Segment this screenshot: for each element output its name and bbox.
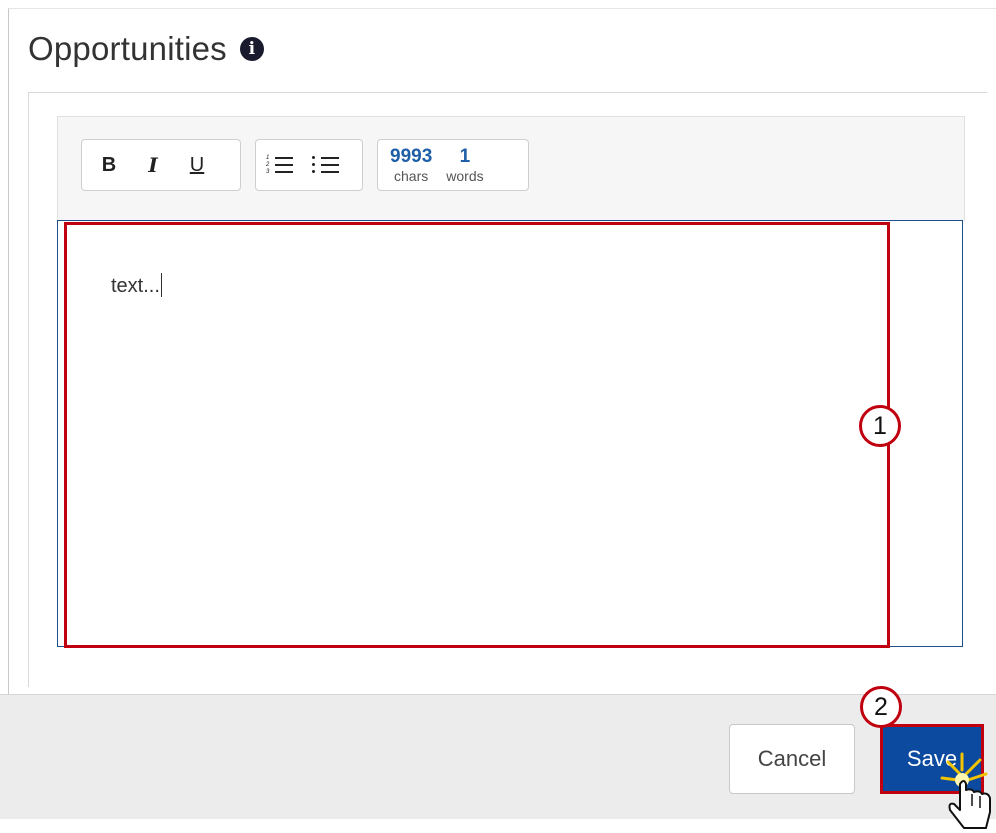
- hand-pointer-icon: [940, 752, 991, 829]
- format-button-group: B I U: [81, 139, 241, 191]
- callout-2: 2: [860, 686, 902, 728]
- list-button-group: 1 2 3: [255, 139, 363, 191]
- info-icon[interactable]: i: [239, 37, 264, 61]
- ordered-list-icon[interactable]: 1 2 3: [266, 154, 294, 176]
- section-header: Opportunities i: [28, 30, 264, 68]
- bullet-list-icon[interactable]: [312, 154, 340, 176]
- words-counter: 1 words: [446, 147, 483, 183]
- section-title: Opportunities: [28, 30, 227, 67]
- chars-counter: 9993 chars: [390, 147, 432, 183]
- italic-button[interactable]: I: [142, 153, 164, 177]
- words-label: words: [446, 168, 484, 184]
- editor-highlight-frame: [64, 222, 890, 648]
- underline-button[interactable]: U: [186, 154, 208, 177]
- callout-1: 1: [859, 405, 901, 447]
- chars-label: chars: [394, 168, 429, 184]
- editor-toolbar: B I U 1 2 3 9993 chars 1 words: [57, 116, 965, 221]
- counter-group: 9993 chars 1 words: [377, 139, 529, 191]
- chars-value: 9993: [390, 146, 433, 167]
- words-value: 1: [459, 146, 471, 167]
- cancel-button[interactable]: Cancel: [729, 724, 855, 794]
- bold-button[interactable]: B: [98, 154, 120, 177]
